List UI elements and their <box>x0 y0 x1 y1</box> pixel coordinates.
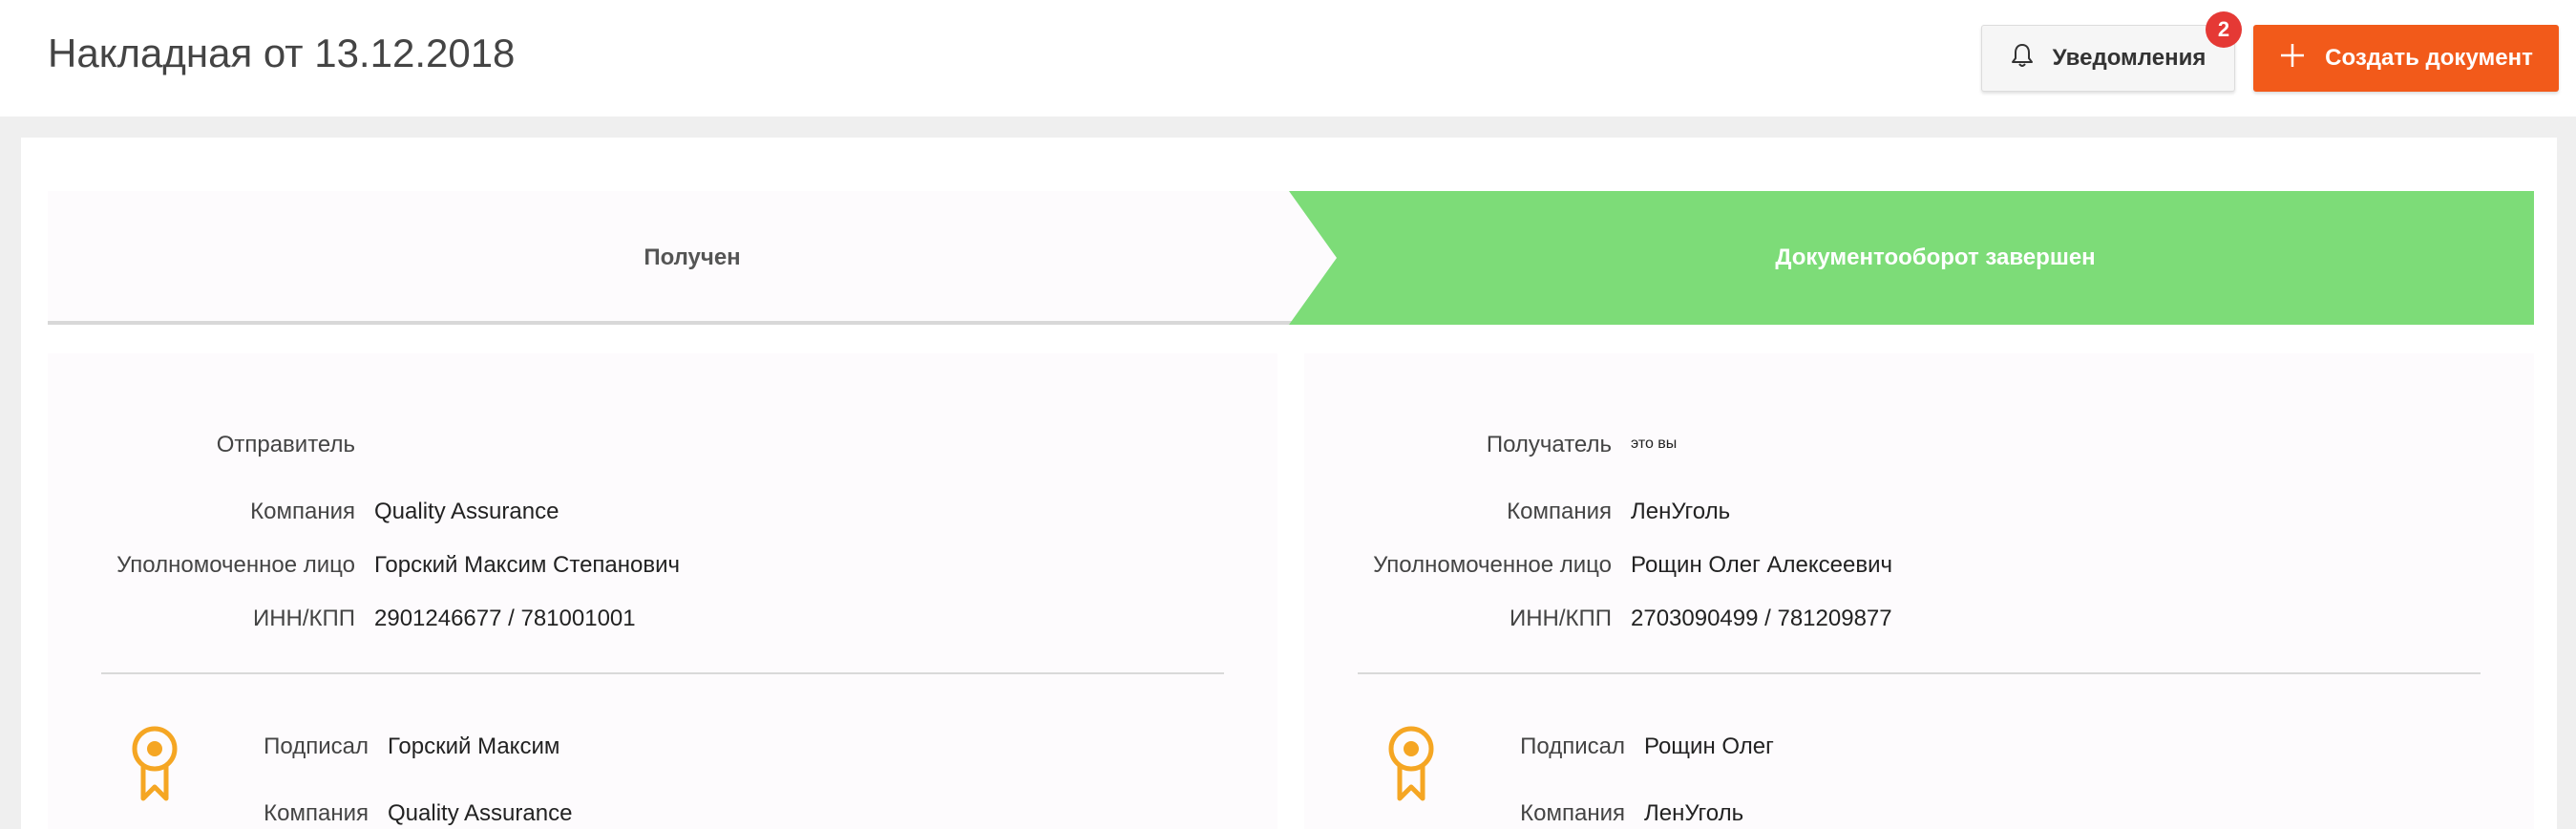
receiver-person: Рощин Олег Алексеевич <box>1631 552 1893 578</box>
receiver-divider <box>1358 672 2481 674</box>
sender-inn: 2901246677 / 781001001 <box>374 606 636 631</box>
status-progress: Получен Документооборот завершен <box>48 191 2534 325</box>
sender-card: Отправитель Компания Quality Assurance У… <box>48 353 1277 829</box>
step-completed: Документооборот завершен <box>1775 244 2096 270</box>
receiver-note: это вы <box>1631 436 1678 452</box>
receiver-company: ЛенУголь <box>1631 499 1731 524</box>
sender-signed-label: Подписал <box>264 733 369 759</box>
create-document-label: Создать документ <box>2325 45 2533 71</box>
receiver-person-label: Уполномоченное лицо <box>1373 552 1612 578</box>
sender-sig-company: Quality Assurance <box>388 800 573 826</box>
sender-person: Горский Максим Степанович <box>374 552 681 578</box>
sender-signed-by: Горский Максим <box>388 733 560 759</box>
top-bar: Накладная от 13.12.2018 Уведомления 2 Со… <box>0 0 2576 117</box>
sender-company: Quality Assurance <box>374 499 560 524</box>
sender-inn-label: ИНН/КПП <box>252 606 355 631</box>
sender-sig-company-label: Компания <box>264 800 369 826</box>
notifications-button[interactable]: Уведомления <box>1981 25 2235 92</box>
sender-company-label: Компания <box>250 499 355 524</box>
notifications-label: Уведомления <box>2052 45 2206 71</box>
sender-person-label: Уполномоченное лицо <box>116 552 355 578</box>
sender-title: Отправитель <box>216 432 355 457</box>
receiver-title: Получатель <box>1486 432 1612 457</box>
step-received: Получен <box>644 244 741 270</box>
receiver-inn: 2703090499 / 781209877 <box>1631 606 1892 631</box>
page-title: Накладная от 13.12.2018 <box>48 31 516 75</box>
receiver-sig-company-label: Компания <box>1520 800 1625 826</box>
receiver-sig-company: ЛенУголь <box>1644 800 1744 826</box>
receiver-signed-label: Подписал <box>1520 733 1625 759</box>
create-document-button[interactable]: Создать документ <box>2253 25 2559 92</box>
receiver-company-label: Компания <box>1507 499 1612 524</box>
bell-icon <box>2011 43 2034 74</box>
sender-divider <box>101 672 1224 674</box>
receiver-signed-by: Рощин Олег <box>1644 733 1774 759</box>
receiver-card: Получатель это вы Компания ЛенУголь Упол… <box>1304 353 2534 829</box>
notifications-count-badge: 2 <box>2206 11 2242 48</box>
plus-icon <box>2279 37 2306 75</box>
receiver-inn-label: ИНН/КПП <box>1509 606 1612 631</box>
